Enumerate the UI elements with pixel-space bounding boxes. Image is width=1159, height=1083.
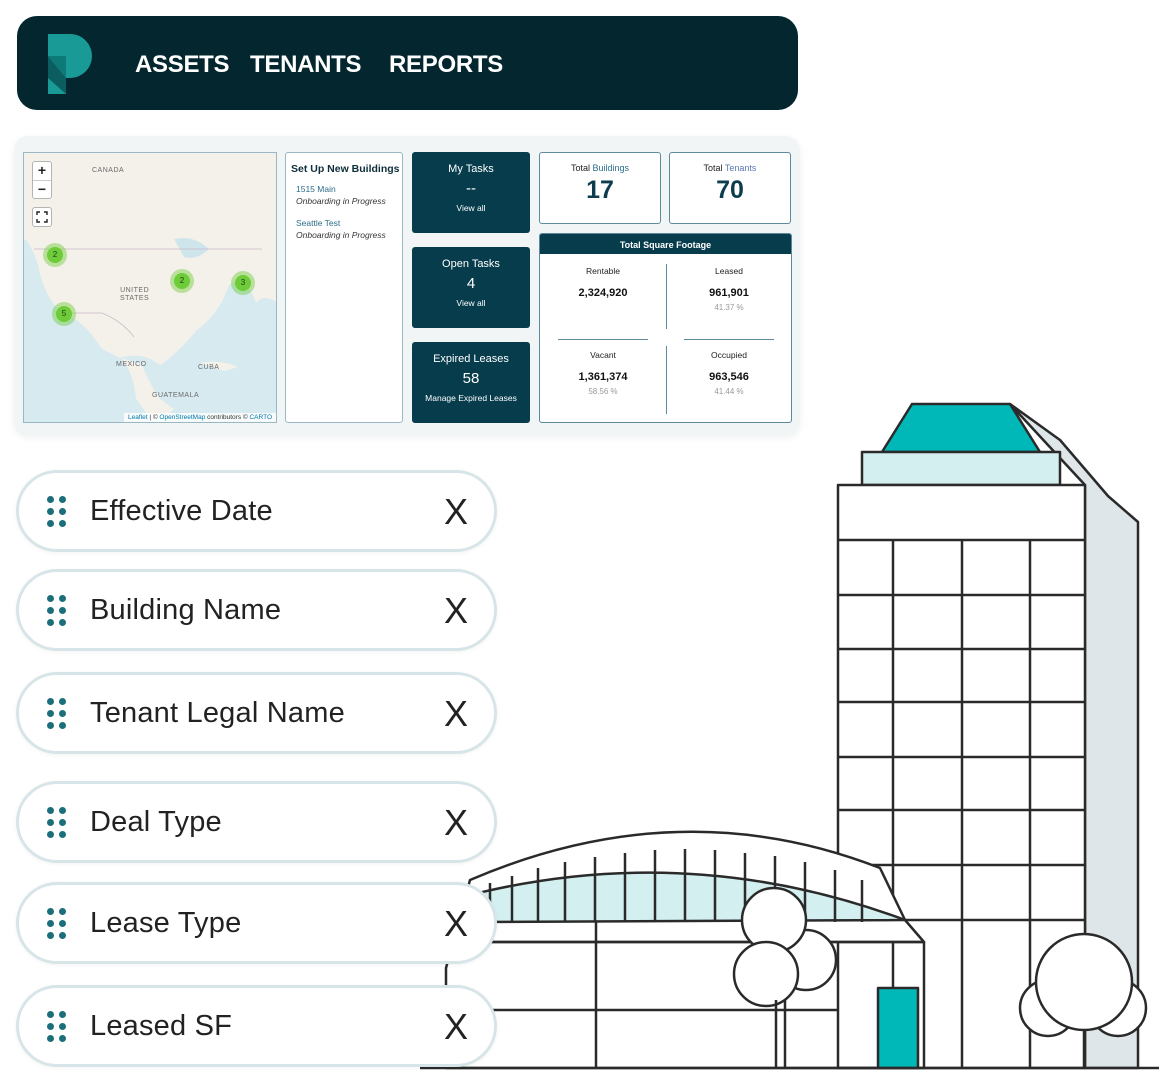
nav-reports[interactable]: REPORTS [389, 51, 503, 79]
drag-handle-icon[interactable] [47, 1011, 67, 1043]
setup-list-item[interactable]: Seattle Test Onboarding in Progress [296, 217, 397, 241]
nav-assets[interactable]: ASSETS [135, 51, 230, 79]
total-tenants-label: Total Tenants [703, 163, 757, 173]
my-tasks-value: -- [466, 180, 476, 197]
field-chip-leased-sf[interactable]: Leased SF X [16, 985, 497, 1067]
remove-field-button[interactable]: X [444, 491, 468, 533]
drag-handle-icon[interactable] [47, 908, 67, 940]
logo-icon[interactable] [48, 34, 98, 94]
field-chip-lease-type[interactable]: Lease Type X [16, 882, 497, 964]
manage-expired-leases-link[interactable]: Manage Expired Leases [412, 393, 530, 403]
open-tasks-value: 4 [466, 275, 476, 292]
total-buildings-value: 17 [586, 176, 614, 204]
total-buildings-card[interactable]: Total Buildings 17 [539, 152, 661, 224]
remove-field-button[interactable]: X [444, 903, 468, 945]
setup-item-status: Onboarding in Progress [296, 196, 386, 206]
my-tasks-title: My Tasks [448, 163, 494, 175]
leased-cell: Leased 961,901 41.37 % [709, 266, 749, 312]
top-nav: ASSETS TENANTS REPORTS [17, 16, 798, 110]
total-buildings-label: Total Buildings [570, 163, 630, 173]
setup-panel-title: Set Up New Buildings [291, 163, 400, 175]
field-chip-label: Leased SF [90, 1010, 233, 1042]
osm-link[interactable]: OpenStreetMap [159, 414, 205, 421]
field-chip-label: Effective Date [90, 495, 273, 527]
zoom-control: + − [32, 161, 52, 199]
my-tasks-card: My Tasks -- View all [412, 152, 530, 233]
setup-item-name[interactable]: 1515 Main [296, 183, 397, 195]
map-attribution: Leaflet | © OpenStreetMap contributors ©… [123, 413, 276, 422]
field-chip-tenant-legal-name[interactable]: Tenant Legal Name X [16, 672, 497, 754]
my-tasks-view-all-link[interactable]: View all [412, 203, 530, 213]
fullscreen-button[interactable] [32, 207, 52, 227]
field-chip-deal-type[interactable]: Deal Type X [16, 781, 497, 863]
field-chip-label: Tenant Legal Name [90, 697, 345, 729]
buildings-map[interactable]: + − CANADA UNITED STATES MEXICO CUBA GUA… [23, 152, 277, 423]
map-label-cuba: CUBA [198, 364, 220, 371]
drag-handle-icon[interactable] [47, 595, 67, 627]
divider [684, 339, 774, 340]
leaflet-link[interactable]: Leaflet [128, 414, 148, 421]
zoom-out-button[interactable]: − [33, 180, 51, 198]
expired-leases-card: Expired Leases 58 Manage Expired Leases [412, 342, 530, 423]
remove-field-button[interactable]: X [444, 802, 468, 844]
field-chip-label: Lease Type [90, 907, 242, 939]
open-tasks-card: Open Tasks 4 View all [412, 247, 530, 328]
drag-handle-icon[interactable] [47, 807, 67, 839]
divider [558, 339, 648, 340]
setup-item-status: Onboarding in Progress [296, 230, 386, 240]
field-chip-effective-date[interactable]: Effective Date X [16, 470, 497, 552]
remove-field-button[interactable]: X [444, 590, 468, 632]
map-label-guatemala: GUATEMALA [152, 392, 200, 399]
map-cluster-marker[interactable]: 3 [231, 271, 255, 295]
expired-leases-title: Expired Leases [433, 353, 509, 365]
map-label-mexico: MEXICO [116, 361, 147, 368]
total-tenants-value: 70 [716, 176, 744, 204]
fullscreen-icon [36, 211, 48, 223]
field-chip-building-name[interactable]: Building Name X [16, 569, 497, 651]
drag-handle-icon[interactable] [47, 698, 67, 730]
nav-tenants[interactable]: TENANTS [250, 51, 362, 79]
field-chip-label: Building Name [90, 594, 282, 626]
vacant-cell: Vacant 1,361,374 58.56 % [578, 350, 628, 396]
map-cluster-marker[interactable]: 5 [52, 302, 76, 326]
expired-leases-value: 58 [462, 370, 480, 387]
map-label-united-states: UNITED STATES [120, 287, 150, 302]
map-cluster-marker[interactable]: 2 [170, 269, 194, 293]
setup-list-item[interactable]: 1515 Main Onboarding in Progress [296, 183, 397, 207]
total-square-footage-card: Total Square Footage Rentable 2,324,920 … [539, 233, 792, 423]
zoom-in-button[interactable]: + [33, 162, 51, 180]
total-tenants-card[interactable]: Total Tenants 70 [669, 152, 791, 224]
occupied-cell: Occupied 963,546 41.44 % [709, 350, 749, 396]
field-chip-label: Deal Type [90, 806, 222, 838]
carto-link[interactable]: CARTO [249, 414, 272, 421]
sqft-title: Total Square Footage [540, 234, 791, 254]
open-tasks-view-all-link[interactable]: View all [412, 298, 530, 308]
remove-field-button[interactable]: X [444, 693, 468, 735]
divider [666, 264, 667, 329]
map-label-canada: CANADA [92, 167, 125, 174]
drag-handle-icon[interactable] [47, 496, 67, 528]
rentable-cell: Rentable 2,324,920 [578, 266, 628, 299]
setup-item-name[interactable]: Seattle Test [296, 217, 397, 229]
remove-field-button[interactable]: X [444, 1006, 468, 1048]
open-tasks-title: Open Tasks [442, 258, 500, 270]
divider [666, 346, 667, 414]
map-cluster-marker[interactable]: 2 [43, 243, 67, 267]
setup-new-buildings-panel: Set Up New Buildings 1515 Main Onboardin… [285, 152, 403, 423]
